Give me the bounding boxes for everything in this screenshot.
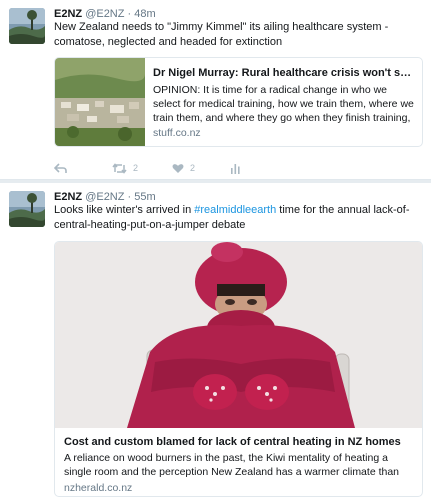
separator: ·	[127, 8, 132, 20]
card-thumbnail	[55, 58, 145, 146]
separator: ·	[127, 191, 132, 203]
reply-button[interactable]	[54, 160, 67, 176]
timestamp[interactable]: 55m	[134, 191, 155, 203]
card-title: Dr Nigel Murray: Rural healthcare crisis…	[153, 67, 415, 79]
avatar[interactable]	[9, 8, 45, 44]
tweet-text: New Zealand needs to "Jimmy Kimmel" its …	[54, 21, 389, 48]
display-name[interactable]: E2NZ	[54, 191, 82, 203]
avatar[interactable]	[9, 191, 45, 227]
user-handle[interactable]: @E2NZ	[85, 191, 124, 203]
like-button[interactable]: 2	[172, 160, 195, 176]
retweet-count: 2	[133, 163, 139, 173]
link-card[interactable]: Cost and custom blamed for lack of centr…	[54, 241, 423, 497]
retweet-button[interactable]: 2	[112, 160, 138, 176]
tweet-text: Looks like winter's arrived in #realmidd…	[54, 203, 424, 233]
like-count: 2	[190, 163, 196, 173]
tweet-text-part: Looks like winter's arrived in	[54, 204, 195, 216]
tweet-header: E2NZ @E2NZ · 48m	[54, 7, 156, 21]
tweet-actions: 2 2	[54, 160, 354, 176]
reply-icon	[54, 162, 67, 173]
card-description: A reliance on wood burners in the past, …	[64, 452, 400, 478]
tweet[interactable]: E2NZ @E2NZ · 48m New Zealand needs to "J…	[0, 0, 431, 180]
display-name[interactable]: E2NZ	[54, 8, 82, 20]
tweet[interactable]: E2NZ @E2NZ · 55m Looks like winter's arr…	[0, 183, 431, 499]
retweet-icon	[112, 162, 127, 174]
card-description: OPINION: It is time for a radical change…	[153, 84, 414, 124]
card-domain: nzherald.co.nz	[64, 482, 133, 494]
card-domain: stuff.co.nz	[153, 127, 201, 139]
hashtag-link[interactable]: #realmiddleearth	[194, 204, 276, 216]
analytics-icon	[231, 163, 240, 174]
timestamp[interactable]: 48m	[134, 8, 155, 20]
card-image	[55, 242, 422, 428]
link-card[interactable]: Dr Nigel Murray: Rural healthcare crisis…	[54, 57, 423, 147]
analytics-button[interactable]	[230, 160, 241, 176]
tweet-header: E2NZ @E2NZ · 55m	[54, 190, 156, 204]
user-handle[interactable]: @E2NZ	[85, 8, 124, 20]
heart-icon	[172, 163, 184, 173]
card-title: Cost and custom blamed for lack of centr…	[64, 436, 401, 448]
